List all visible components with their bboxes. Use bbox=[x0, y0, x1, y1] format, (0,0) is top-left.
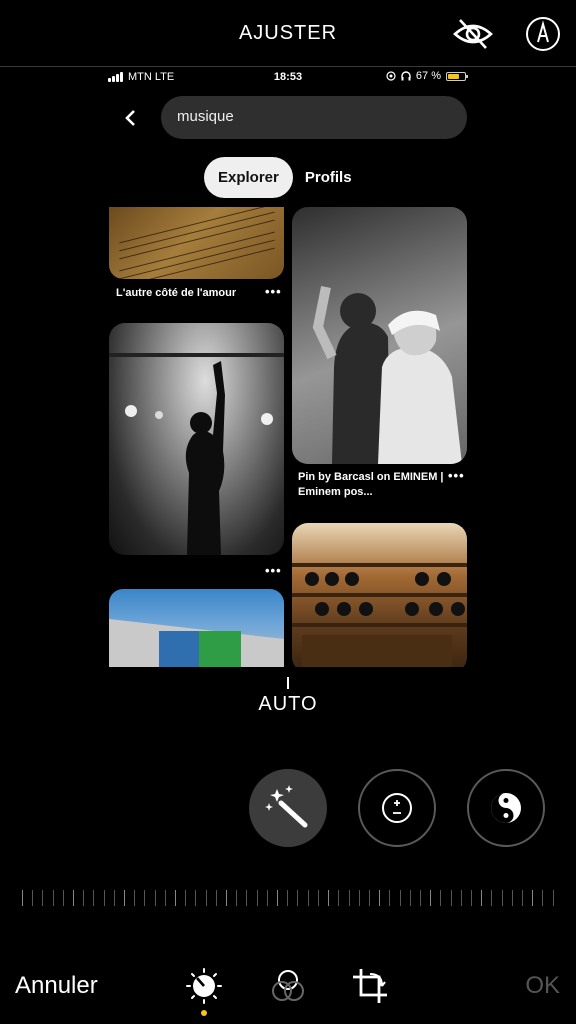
slider-tick bbox=[481, 890, 483, 906]
slider-tick bbox=[277, 890, 279, 906]
slider-tick bbox=[256, 890, 258, 906]
slider-tick bbox=[62, 890, 64, 906]
slider-tick bbox=[205, 890, 207, 906]
more-options-icon[interactable]: ••• bbox=[265, 563, 282, 578]
adjust-dial-icon[interactable] bbox=[184, 966, 224, 1006]
hide-eye-icon[interactable] bbox=[452, 16, 494, 52]
slider-tick bbox=[521, 890, 523, 906]
ok-button[interactable]: OK bbox=[525, 972, 560, 1000]
slider-tick bbox=[501, 890, 503, 906]
status-bar: MTN LTE 18:53 67 % bbox=[108, 67, 468, 89]
brilliance-button[interactable] bbox=[467, 769, 545, 847]
auto-enhance-wand-icon bbox=[265, 785, 308, 828]
photo-preview: MTN LTE 18:53 67 % musique Explorer Prof… bbox=[108, 67, 468, 667]
slider-tick bbox=[226, 890, 228, 906]
slider-tick bbox=[470, 890, 472, 906]
pin-sheet-music-image[interactable] bbox=[109, 207, 284, 279]
slider-tick bbox=[338, 890, 340, 906]
slider-tick bbox=[22, 890, 23, 906]
pin-caption[interactable]: L'autre côté de l'amour bbox=[116, 286, 266, 301]
value-indicator bbox=[287, 677, 289, 689]
location-lock-icon bbox=[386, 71, 396, 81]
slider-tick bbox=[266, 890, 268, 906]
slider-tick bbox=[246, 890, 248, 906]
auto-enhance-button[interactable] bbox=[249, 769, 327, 847]
slider-tick bbox=[491, 890, 493, 906]
slider-tick bbox=[52, 890, 54, 906]
slider-tick bbox=[419, 890, 421, 906]
adjustment-name: AUTO bbox=[258, 693, 318, 715]
pin-caption[interactable]: Pin by Barcasl on EMINEM | Eminem pos... bbox=[298, 470, 448, 500]
markup-icon[interactable] bbox=[525, 16, 561, 52]
pin-concert-image[interactable] bbox=[109, 323, 284, 555]
slider-tick bbox=[511, 890, 513, 906]
slider-tick bbox=[134, 890, 136, 906]
slider-tick bbox=[379, 890, 381, 906]
slider-tick bbox=[542, 890, 544, 906]
slider-tick bbox=[450, 890, 452, 906]
cancel-button[interactable]: Annuler bbox=[15, 972, 98, 1000]
active-tool-indicator bbox=[201, 1010, 207, 1016]
tab-profils[interactable]: Profils bbox=[305, 157, 366, 198]
slider-tick bbox=[368, 890, 370, 906]
slider-tick bbox=[144, 890, 146, 906]
slider-tick bbox=[42, 890, 44, 906]
slider-tick bbox=[175, 890, 177, 906]
slider-tick bbox=[195, 890, 197, 906]
more-options-icon[interactable]: ••• bbox=[448, 468, 465, 483]
slider-tick bbox=[236, 890, 238, 906]
slider-tick bbox=[297, 890, 299, 906]
slider-tick bbox=[348, 890, 350, 906]
tab-explorer[interactable]: Explorer bbox=[204, 156, 293, 198]
slider-tick bbox=[307, 890, 309, 906]
search-tabs: Explorer Profils bbox=[204, 155, 366, 199]
slider-tick bbox=[287, 890, 289, 906]
slider-tick bbox=[83, 890, 85, 906]
pin-record-store-image[interactable] bbox=[292, 523, 467, 667]
slider-tick bbox=[328, 890, 330, 906]
slider-tick bbox=[358, 890, 360, 906]
slider-tick bbox=[32, 890, 34, 906]
slider-tick bbox=[399, 890, 401, 906]
exposure-button[interactable] bbox=[358, 769, 436, 847]
more-options-icon[interactable]: ••• bbox=[265, 284, 282, 299]
slider-tick bbox=[532, 890, 534, 906]
slider-tick bbox=[215, 890, 217, 906]
editor-header: AJUSTER bbox=[0, 0, 576, 67]
adjustment-slider[interactable] bbox=[22, 890, 554, 906]
slider-tick bbox=[409, 890, 411, 906]
back-chevron-icon[interactable] bbox=[122, 108, 138, 128]
battery-icon bbox=[446, 71, 468, 81]
slider-tick bbox=[552, 890, 554, 906]
search-input[interactable]: musique bbox=[161, 96, 467, 139]
slider-tick bbox=[73, 890, 75, 906]
slider-tick bbox=[93, 890, 95, 906]
slider-tick bbox=[460, 890, 462, 906]
slider-tick bbox=[185, 890, 187, 906]
filters-icon[interactable] bbox=[268, 966, 308, 1006]
crop-rotate-icon[interactable] bbox=[350, 966, 390, 1006]
slider-tick bbox=[389, 890, 391, 906]
battery-percent: 67 % bbox=[415, 70, 441, 82]
slider-tick bbox=[154, 890, 156, 906]
pin-flag-image[interactable] bbox=[109, 589, 284, 667]
headphones-icon bbox=[401, 71, 411, 81]
slider-tick bbox=[440, 890, 442, 906]
slider-tick bbox=[103, 890, 105, 906]
slider-tick bbox=[164, 890, 166, 906]
brilliance-icon bbox=[491, 793, 521, 823]
slider-tick bbox=[124, 890, 126, 906]
slider-tick bbox=[317, 890, 319, 906]
exposure-icon bbox=[382, 793, 412, 823]
slider-tick bbox=[430, 890, 432, 906]
pin-eminem-image[interactable] bbox=[292, 207, 467, 464]
slider-tick bbox=[113, 890, 115, 906]
